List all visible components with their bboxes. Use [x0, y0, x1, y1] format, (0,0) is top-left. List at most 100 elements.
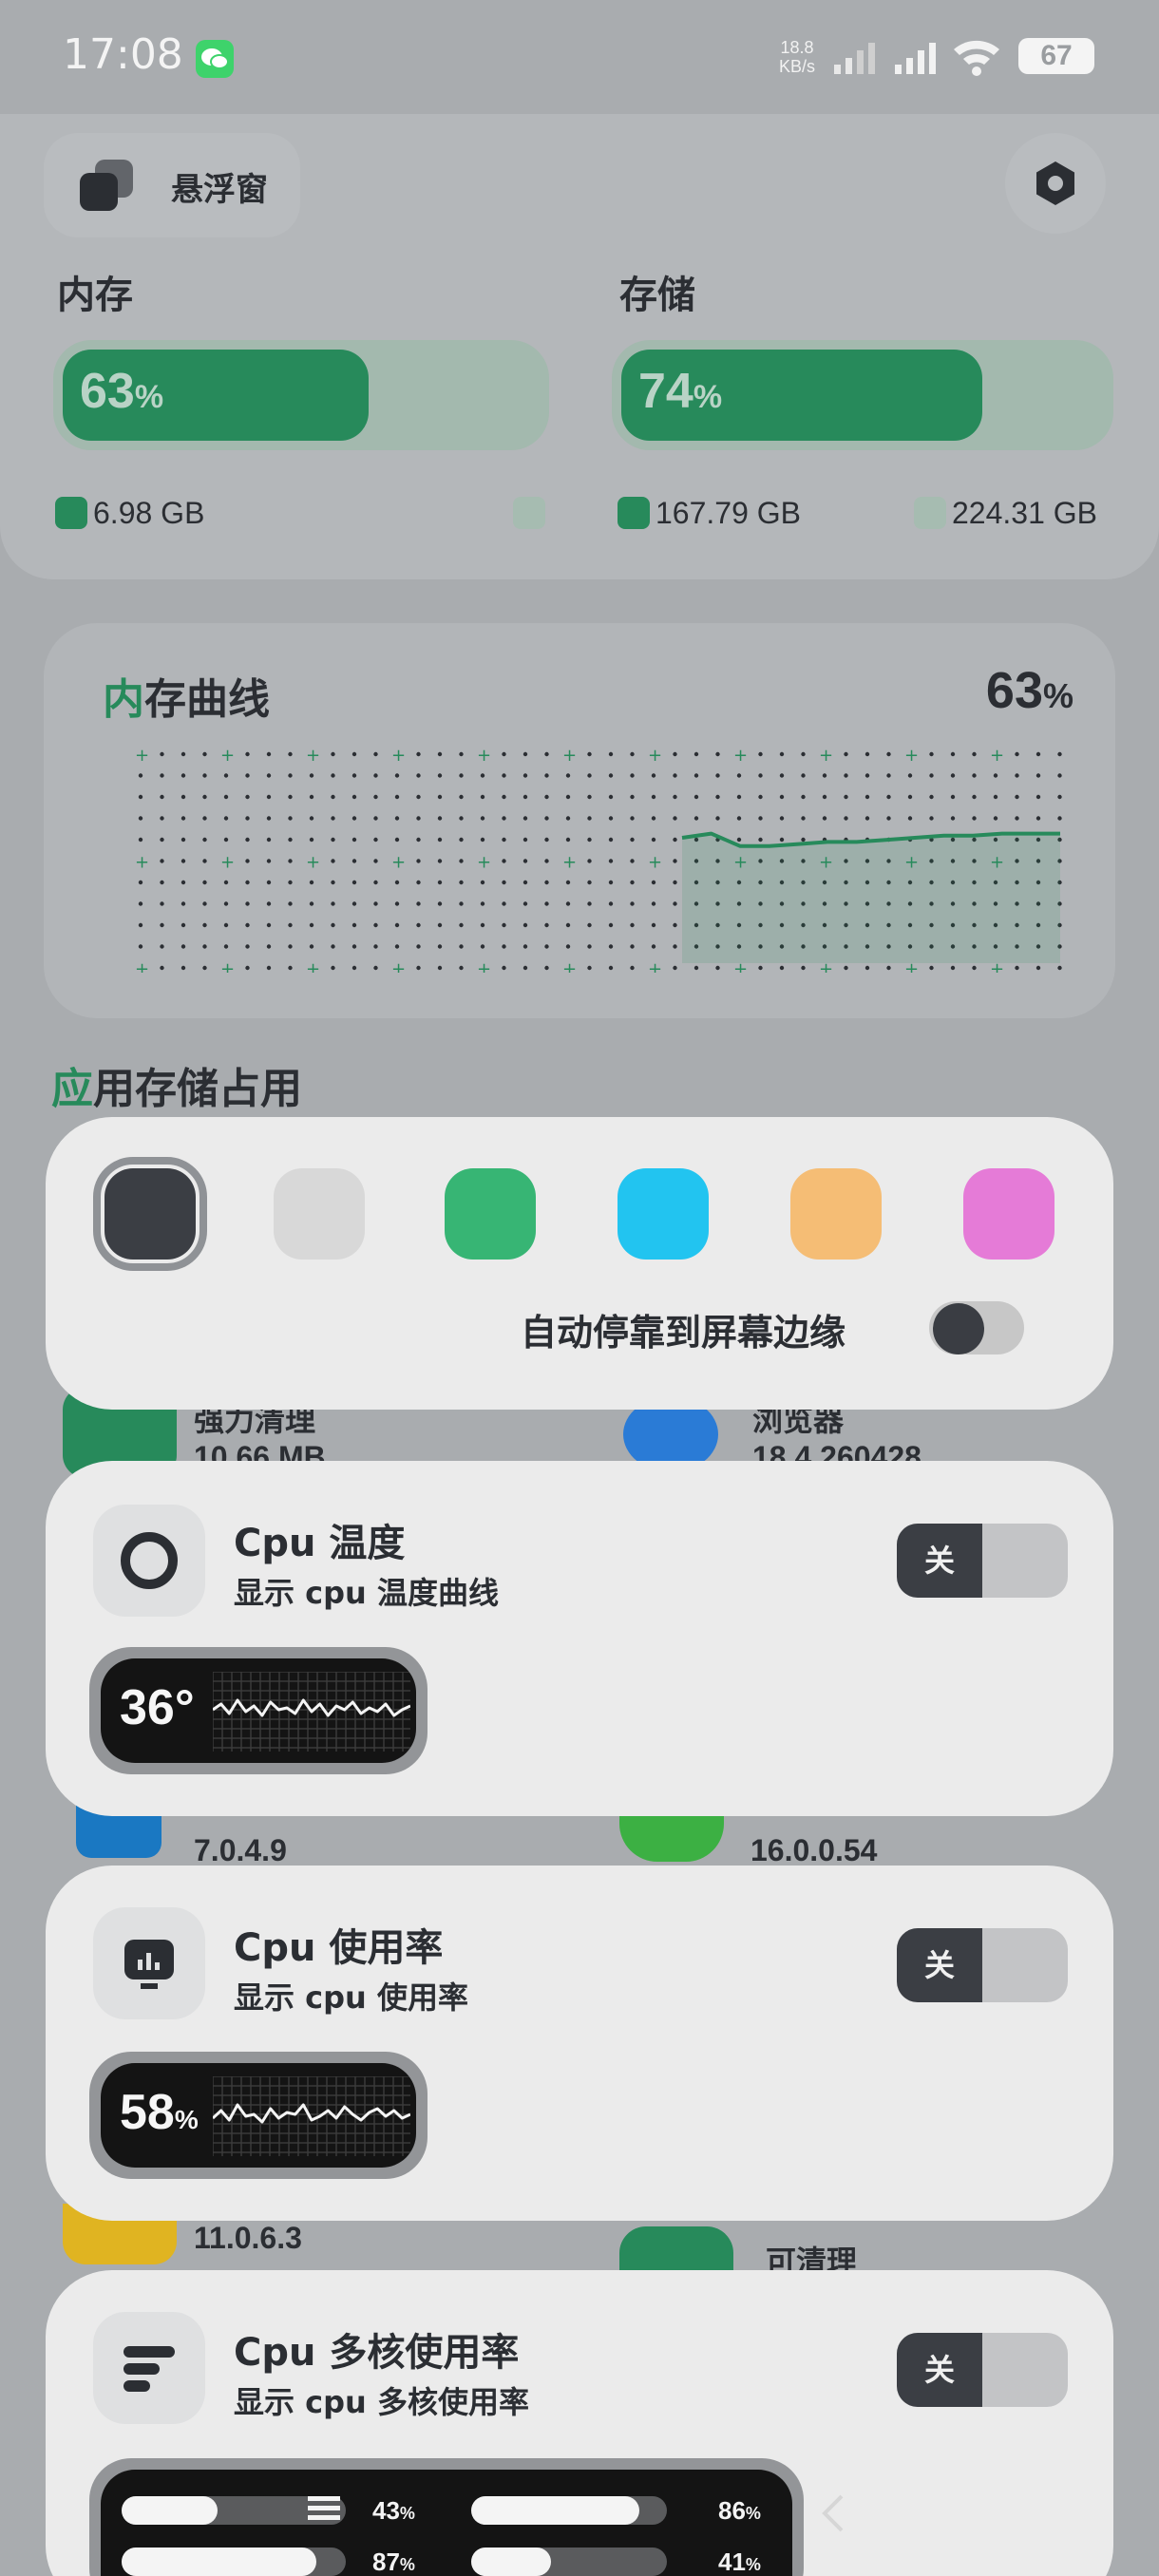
memory-curve-card: 内存曲线 63% + + + + + + + + + + + + + + + + + + + + + + + + + + + + + + +… — [44, 623, 1115, 1018]
core-bar — [471, 2496, 667, 2525]
cpu-temp-toggle[interactable]: 关 — [897, 1524, 1068, 1598]
curve-mark — [223, 944, 229, 949]
curve-mark — [950, 794, 956, 800]
curve-mark — [373, 901, 378, 906]
curve-mark — [459, 837, 464, 843]
curve-mark — [972, 794, 977, 800]
curve-mark — [779, 816, 785, 821]
status-time: 17:08 — [63, 30, 183, 79]
memory-meter: 63% — [53, 340, 549, 450]
curve-mark — [223, 922, 229, 928]
floating-window-label: 悬浮窗 — [171, 171, 268, 209]
curve-mark — [138, 773, 143, 778]
curve-mark — [288, 922, 293, 928]
curve-mark — [522, 922, 528, 928]
curve-mark — [630, 837, 635, 843]
curve-mark — [502, 901, 506, 906]
curve-mark — [352, 794, 357, 800]
cpu-usage-toggle[interactable]: 关 — [897, 1928, 1068, 2002]
curve-mark — [630, 773, 635, 778]
storage-percent: 74% — [638, 364, 723, 419]
curve-mark — [587, 944, 592, 949]
curve-mark — [309, 816, 314, 821]
curve-mark — [608, 837, 614, 843]
core-percent: 43% — [372, 2496, 415, 2525]
curve-mark — [416, 751, 421, 757]
curve-mark — [309, 880, 314, 885]
toggle-off-label: 关 — [897, 1524, 982, 1598]
floating-window-button[interactable]: 悬浮窗 — [44, 133, 300, 237]
curve-mark — [202, 922, 207, 928]
curve-mark — [544, 859, 549, 863]
curve-mark — [180, 794, 186, 800]
curve-mark — [993, 794, 998, 800]
color-swatch-pink[interactable] — [963, 1168, 1054, 1260]
color-swatch-blue[interactable] — [618, 1168, 709, 1260]
auto-dock-label: 自动停靠到屏幕边缘 — [521, 1312, 846, 1354]
curve-mark — [736, 816, 742, 821]
curve-mark — [587, 837, 592, 843]
curve-mark — [180, 944, 186, 949]
curve-mark — [480, 922, 485, 928]
color-swatch-dark[interactable] — [93, 1157, 207, 1271]
curve-mark — [288, 816, 293, 821]
curve-mark — [822, 773, 827, 778]
settings-button[interactable] — [1005, 133, 1106, 234]
legend-total-swatch — [914, 497, 946, 529]
curve-mark — [437, 901, 443, 906]
color-swatch-light[interactable] — [274, 1168, 365, 1260]
core-percent: 86% — [718, 2496, 761, 2525]
curve-mark — [694, 773, 699, 778]
curve-mark — [266, 816, 272, 821]
curve-mark — [673, 859, 677, 863]
color-swatch-orange[interactable] — [790, 1168, 882, 1260]
curve-mark — [480, 901, 485, 906]
curve-mark — [437, 859, 443, 863]
storage-title: 存储 — [619, 274, 695, 317]
curve-mark — [651, 944, 656, 949]
curve-mark — [651, 922, 656, 928]
curve-mark — [502, 751, 506, 757]
curve-mark: + — [135, 853, 149, 873]
curve-mark — [352, 837, 357, 843]
curve-mark — [694, 794, 699, 800]
color-swatch-green[interactable] — [445, 1168, 536, 1260]
curve-mark — [736, 794, 742, 800]
wechat-icon — [196, 40, 234, 78]
curve-mark — [352, 901, 357, 906]
curve-mark — [437, 773, 443, 778]
curve-mark — [608, 880, 614, 885]
toggle-knob — [933, 1303, 984, 1354]
curve-mark — [160, 859, 164, 863]
curve-mark — [758, 794, 763, 800]
curve-mark — [394, 922, 400, 928]
curve-mark — [202, 837, 207, 843]
curve-mark — [673, 773, 677, 778]
app-size: 7.0.4.9 — [194, 1833, 287, 1867]
cpu-multicore-toggle[interactable]: 关 — [897, 2333, 1068, 2407]
curve-mark: + — [477, 746, 491, 766]
curve-mark — [630, 859, 635, 863]
curve-mark — [758, 751, 763, 757]
curve-mark — [394, 880, 400, 885]
curve-mark — [160, 751, 164, 757]
curve-mark — [502, 922, 506, 928]
memory-curve-value: 63% — [985, 662, 1074, 719]
auto-dock-toggle[interactable] — [929, 1301, 1024, 1354]
curve-mark — [223, 816, 229, 821]
curve-mark — [864, 816, 870, 821]
curve-mark — [373, 751, 378, 757]
status-bar: 17:08 18.8 KB/s 67 — [0, 0, 1159, 114]
curve-mark — [331, 922, 335, 928]
curve-mark — [673, 794, 677, 800]
curve-mark — [416, 816, 421, 821]
curve-mark — [587, 773, 592, 778]
curve-mark — [160, 922, 164, 928]
curve-mark — [245, 751, 250, 757]
chevron-left-icon[interactable] — [819, 2492, 846, 2534]
curve-mark — [1057, 965, 1062, 971]
curve-mark — [565, 794, 571, 800]
curve-mark — [180, 880, 186, 885]
curve-mark — [480, 794, 485, 800]
curve-mark — [630, 794, 635, 800]
